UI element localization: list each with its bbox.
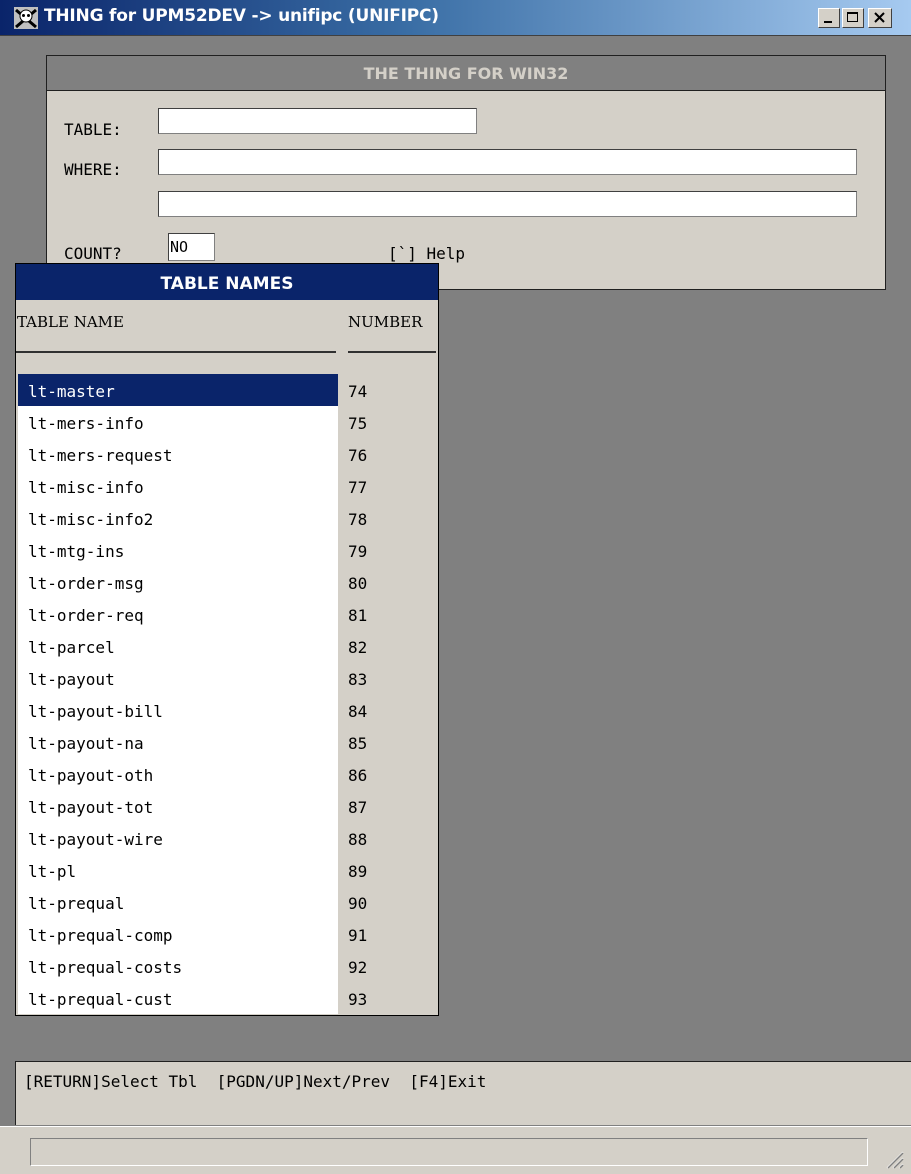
table-name-cell: lt-master xyxy=(18,374,338,406)
table-number-cell: 93 xyxy=(348,990,368,1009)
table-number-cell: 77 xyxy=(348,478,368,497)
where-label: WHERE: xyxy=(64,160,122,179)
table-row[interactable]: lt-prequal-costs 92 xyxy=(16,950,438,982)
table-number-cell: 82 xyxy=(348,638,368,657)
table-number-cell: 92 xyxy=(348,958,368,977)
table-names-list[interactable]: lt-master 74 lt-mers-info 75 lt-mers-request… xyxy=(16,374,438,1014)
minimize-icon xyxy=(824,21,832,23)
query-form-panel: THE THING FOR WIN32 TABLE: WHERE: COUNT?… xyxy=(46,55,886,290)
table-name-cell: lt-order-msg xyxy=(18,566,338,598)
table-row[interactable]: lt-misc-info 77 xyxy=(16,470,438,502)
table-name-cell: lt-prequal-comp xyxy=(18,918,338,950)
table-number-cell: 75 xyxy=(348,414,368,433)
table-name-cell: lt-misc-info xyxy=(18,470,338,502)
table-name-cell: lt-payout-na xyxy=(18,726,338,758)
table-name-cell: lt-mers-info xyxy=(18,406,338,438)
minimize-button[interactable] xyxy=(818,8,840,28)
where-input-line1[interactable] xyxy=(158,149,857,175)
table-name-cell: lt-mers-request xyxy=(18,438,338,470)
function-key-hints: [RETURN]Select Tbl [PGDN/UP]Next/Prev [F… xyxy=(24,1072,487,1091)
table-row[interactable]: lt-prequal-comp 91 xyxy=(16,918,438,950)
table-row[interactable]: lt-payout-bill 84 xyxy=(16,694,438,726)
table-row[interactable]: lt-mers-request 76 xyxy=(16,438,438,470)
table-number-cell: 90 xyxy=(348,894,368,913)
table-name-cell: lt-pl xyxy=(18,854,338,886)
title-bar[interactable]: THING for UPM52DEV -> unifipc (UNIFIPC) xyxy=(0,0,911,36)
column-rule-name xyxy=(16,351,336,353)
table-names-popup: TABLE NAMES TABLE NAME NUMBER lt-master 7… xyxy=(15,263,439,1016)
table-number-cell: 84 xyxy=(348,702,368,721)
table-names-header: TABLE NAMES xyxy=(16,264,438,300)
table-input[interactable] xyxy=(158,108,477,134)
table-name-cell: lt-order-req xyxy=(18,598,338,630)
table-row[interactable]: lt-payout-tot 87 xyxy=(16,790,438,822)
table-name-cell: lt-payout-bill xyxy=(18,694,338,726)
table-row[interactable]: lt-order-msg 80 xyxy=(16,566,438,598)
table-name-cell: lt-payout-wire xyxy=(18,822,338,854)
table-row[interactable]: lt-payout-oth 86 xyxy=(16,758,438,790)
table-number-cell: 78 xyxy=(348,510,368,529)
close-button[interactable] xyxy=(868,8,892,28)
table-name-cell: lt-prequal-cust xyxy=(18,982,338,1014)
table-number-cell: 80 xyxy=(348,574,368,593)
maximize-icon xyxy=(847,12,858,22)
table-row[interactable]: lt-pl 89 xyxy=(16,854,438,886)
table-row[interactable]: lt-payout-wire 88 xyxy=(16,822,438,854)
table-row[interactable]: lt-prequal 90 xyxy=(16,886,438,918)
help-hint: [`] Help xyxy=(388,244,466,263)
table-row[interactable]: lt-prequal-cust 93 xyxy=(16,982,438,1014)
table-name-cell: lt-parcel xyxy=(18,630,338,662)
form-header: THE THING FOR WIN32 xyxy=(47,56,885,91)
table-number-cell: 79 xyxy=(348,542,368,561)
table-number-cell: 74 xyxy=(348,382,368,401)
status-bar xyxy=(0,1126,911,1174)
table-name-cell: lt-misc-info2 xyxy=(18,502,338,534)
table-name-cell: lt-prequal xyxy=(18,886,338,918)
table-row[interactable]: lt-master 74 xyxy=(16,374,438,406)
count-input[interactable] xyxy=(168,233,215,261)
close-icon xyxy=(874,12,885,23)
table-row[interactable]: lt-misc-info2 78 xyxy=(16,502,438,534)
table-number-cell: 91 xyxy=(348,926,368,945)
table-name-cell: lt-payout xyxy=(18,662,338,694)
table-row[interactable]: lt-parcel 82 xyxy=(16,630,438,662)
table-number-cell: 81 xyxy=(348,606,368,625)
table-number-cell: 83 xyxy=(348,670,368,689)
table-number-cell: 76 xyxy=(348,446,368,465)
form-header-title: THE THING FOR WIN32 xyxy=(363,64,569,83)
maximize-button[interactable] xyxy=(842,8,864,28)
column-header-number: NUMBER xyxy=(348,313,423,331)
skull-crossbones-icon xyxy=(14,7,38,29)
table-number-cell: 85 xyxy=(348,734,368,753)
table-number-cell: 89 xyxy=(348,862,368,881)
window-title: THING for UPM52DEV -> unifipc (UNIFIPC) xyxy=(44,6,439,26)
table-name-cell: lt-prequal-costs xyxy=(18,950,338,982)
table-row[interactable]: lt-payout 83 xyxy=(16,662,438,694)
table-row[interactable]: lt-order-req 81 xyxy=(16,598,438,630)
table-row[interactable]: lt-payout-na 85 xyxy=(16,726,438,758)
status-field xyxy=(30,1138,868,1166)
resize-grip-icon[interactable] xyxy=(883,1148,905,1170)
column-rule-number xyxy=(348,351,436,353)
table-number-cell: 86 xyxy=(348,766,368,785)
table-number-cell: 87 xyxy=(348,798,368,817)
where-input-line2[interactable] xyxy=(158,191,857,217)
count-label: COUNT? xyxy=(64,244,122,263)
table-row[interactable]: lt-mers-info 75 xyxy=(16,406,438,438)
table-name-cell: lt-payout-oth xyxy=(18,758,338,790)
table-number-cell: 88 xyxy=(348,830,368,849)
table-label: TABLE: xyxy=(64,120,122,139)
column-header-table-name: TABLE NAME xyxy=(17,313,124,331)
table-name-cell: lt-payout-tot xyxy=(18,790,338,822)
function-key-bar: [RETURN]Select Tbl [PGDN/UP]Next/Prev [F… xyxy=(15,1061,911,1125)
table-row[interactable]: lt-mtg-ins 79 xyxy=(16,534,438,566)
table-name-cell: lt-mtg-ins xyxy=(18,534,338,566)
